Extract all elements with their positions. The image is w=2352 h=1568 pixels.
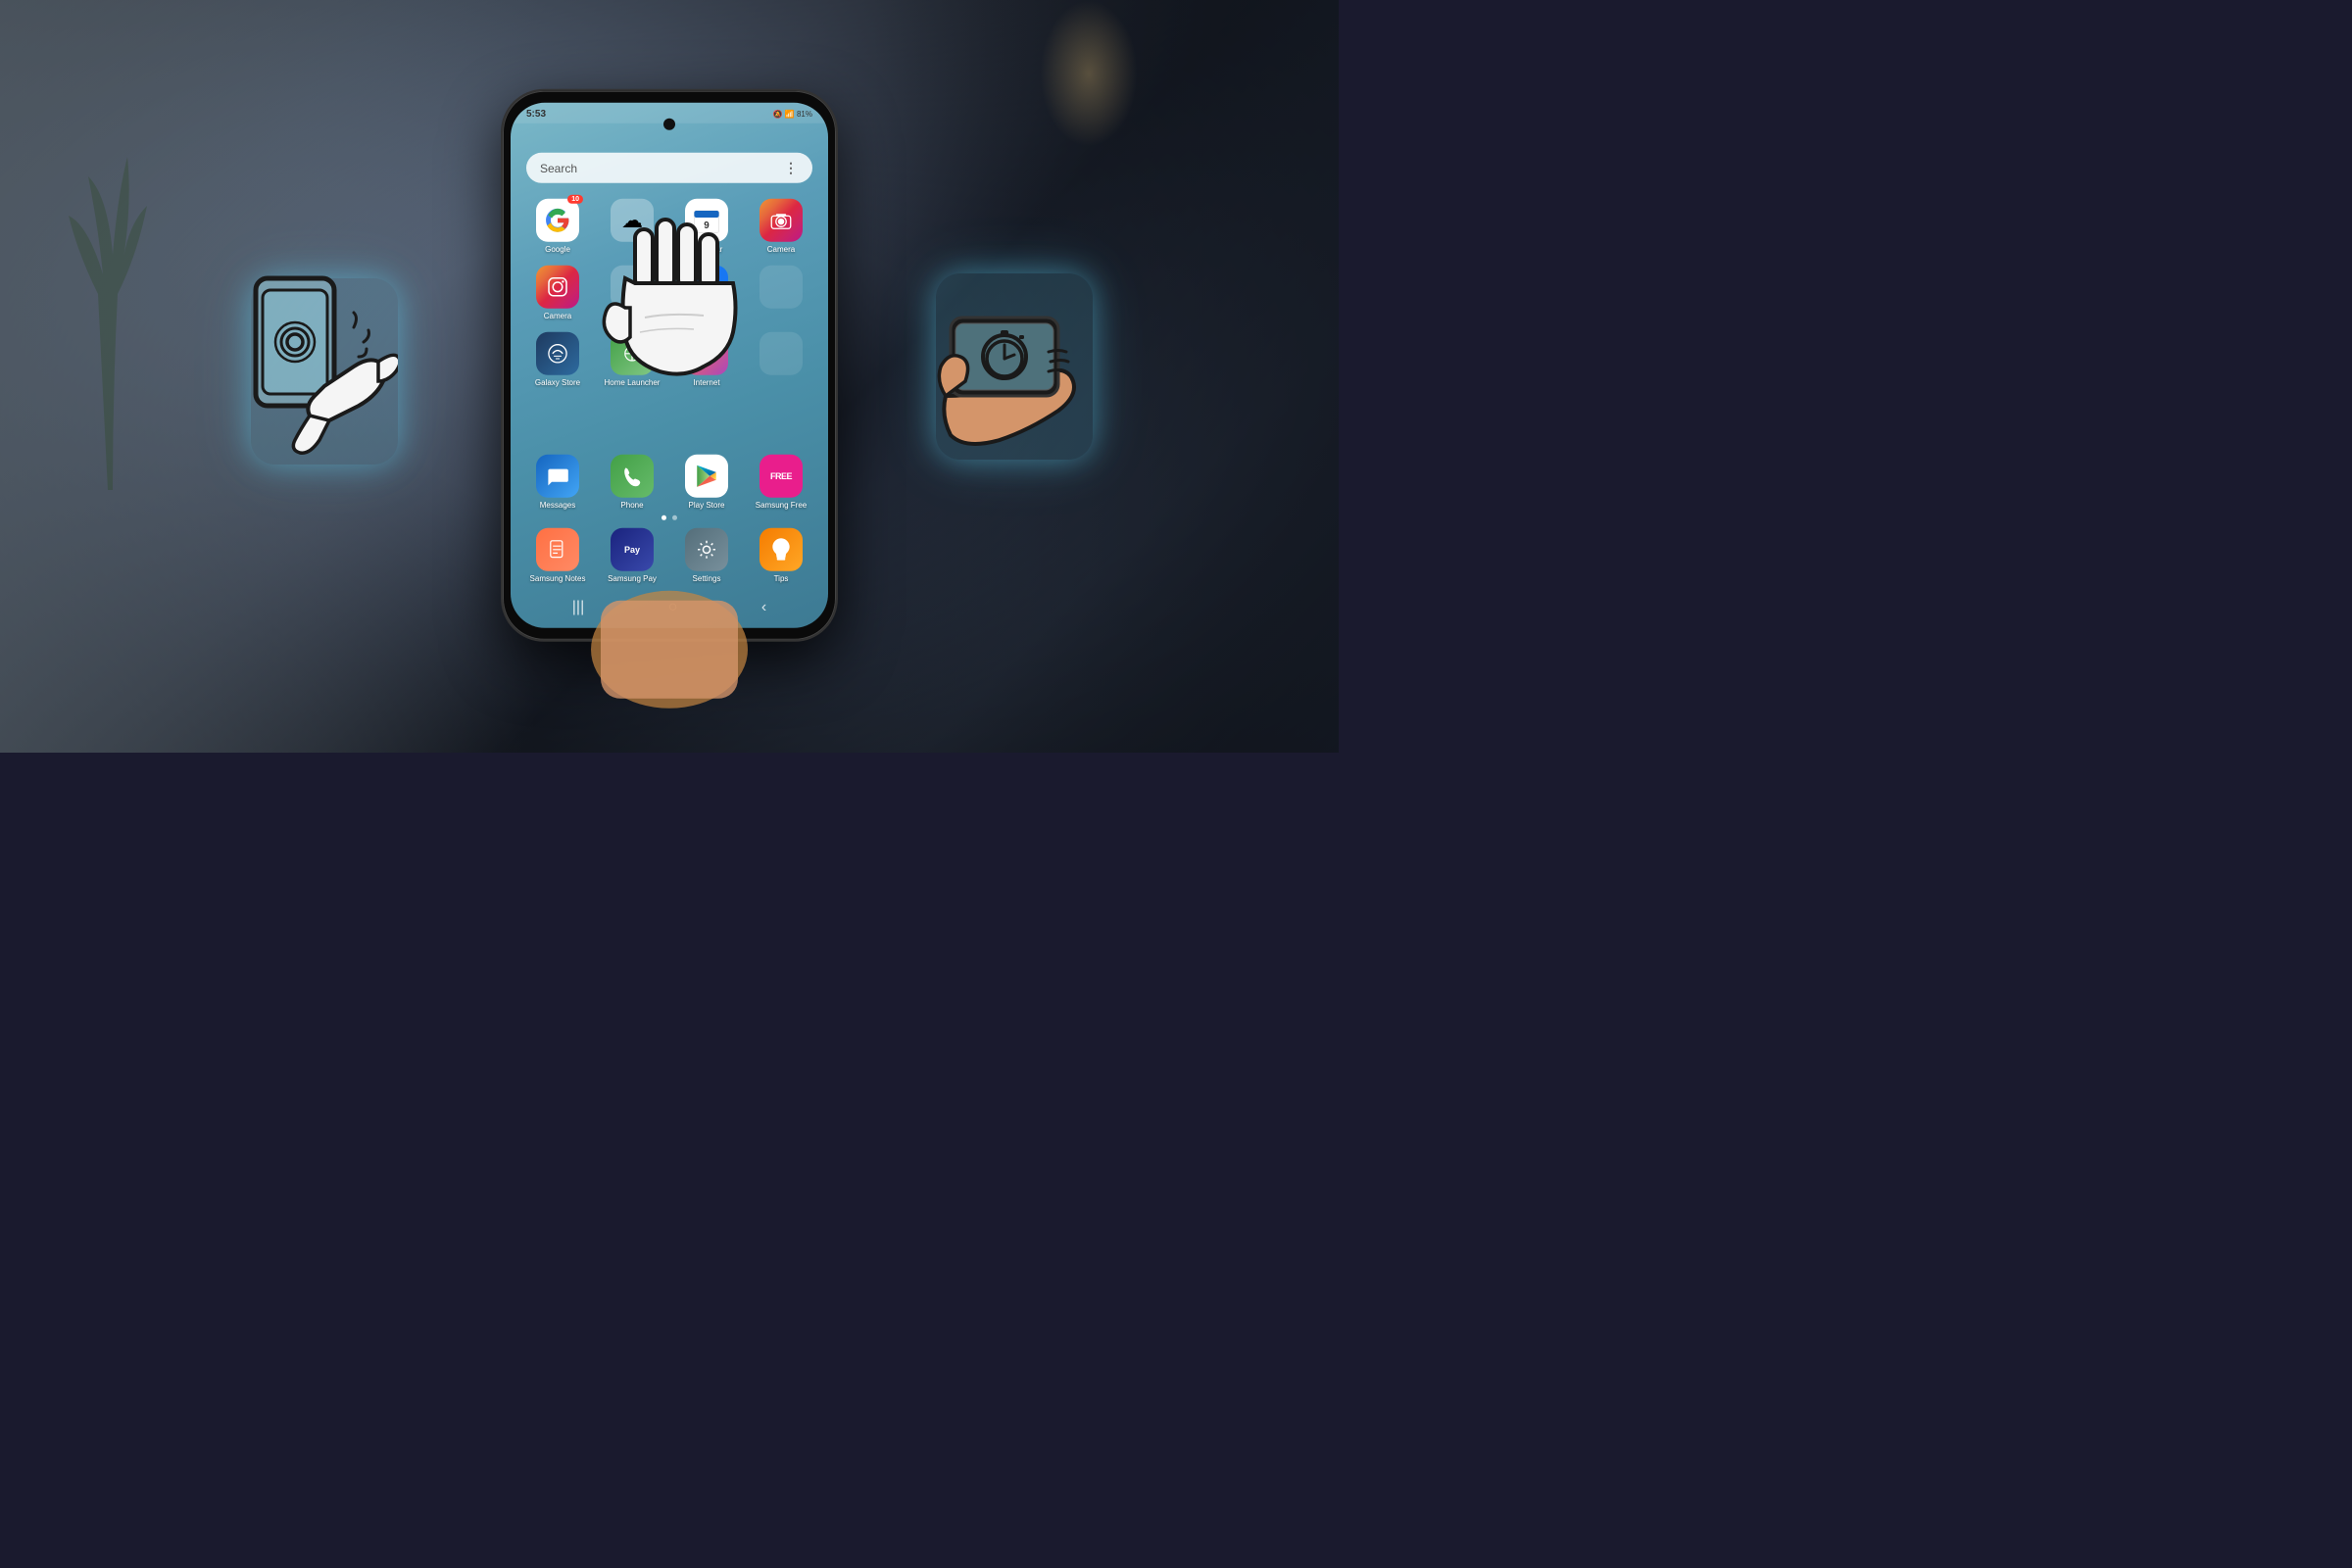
app-google[interactable]: 10 Google xyxy=(524,199,591,254)
app-samsung-free[interactable]: FREE Samsung Free xyxy=(748,455,814,510)
app-blank4 xyxy=(748,332,814,387)
gesture-timer-right xyxy=(931,269,1098,465)
phone-icon-img xyxy=(611,455,654,498)
tips-label: Tips xyxy=(774,574,789,583)
instagram-icon-img xyxy=(536,266,579,309)
app-instagram[interactable]: Camera xyxy=(524,266,591,320)
app-camera[interactable]: Camera xyxy=(748,199,814,254)
status-icons: 🔕 📶 81% xyxy=(773,110,812,119)
app-blank3 xyxy=(748,266,814,320)
instagram-label: Camera xyxy=(544,312,571,320)
google-badge: 10 xyxy=(567,195,583,204)
search-text: Search xyxy=(540,161,577,174)
galaxy-store-icon-img xyxy=(536,332,579,375)
light-fixture xyxy=(1040,0,1138,147)
play-store-icon-img xyxy=(685,455,728,498)
camera-notch xyxy=(663,119,675,130)
page-indicators xyxy=(524,515,814,520)
blank3-icon-img xyxy=(760,266,803,309)
app-play-store[interactable]: Play Store xyxy=(673,455,740,510)
camera-label: Camera xyxy=(767,245,795,254)
app-phone[interactable]: Phone xyxy=(599,455,665,510)
hand-holding-phone xyxy=(571,522,767,718)
status-time: 5:53 xyxy=(526,109,546,120)
blank4-icon-img xyxy=(760,332,803,375)
galaxy-store-label: Galaxy Store xyxy=(535,378,580,387)
google-icon-img: 10 xyxy=(536,199,579,242)
gesture-swipe-center xyxy=(591,210,748,445)
samsung-free-label: Samsung Free xyxy=(756,501,807,510)
dot-2 xyxy=(672,515,677,520)
dot-1 xyxy=(662,515,666,520)
app-galaxy-store[interactable]: Galaxy Store xyxy=(524,332,591,387)
swipe-gesture-svg xyxy=(591,210,748,445)
timer-gesture-svg xyxy=(931,269,1098,465)
messages-icon-img xyxy=(536,455,579,498)
google-label: Google xyxy=(545,245,570,254)
tap-gesture-svg xyxy=(241,269,398,465)
messages-label: Messages xyxy=(540,501,575,510)
gesture-tap-left xyxy=(241,269,398,465)
dock-row1: Messages Phone xyxy=(524,455,814,510)
samsung-free-icon-img: FREE xyxy=(760,455,803,498)
play-store-label: Play Store xyxy=(689,501,725,510)
search-menu-icon[interactable]: ⋮ xyxy=(784,160,799,176)
plant-decoration xyxy=(49,98,167,490)
search-bar[interactable]: Search ⋮ xyxy=(526,153,812,183)
app-messages[interactable]: Messages xyxy=(524,455,591,510)
phone-label: Phone xyxy=(620,501,643,510)
camera-icon-img xyxy=(760,199,803,242)
